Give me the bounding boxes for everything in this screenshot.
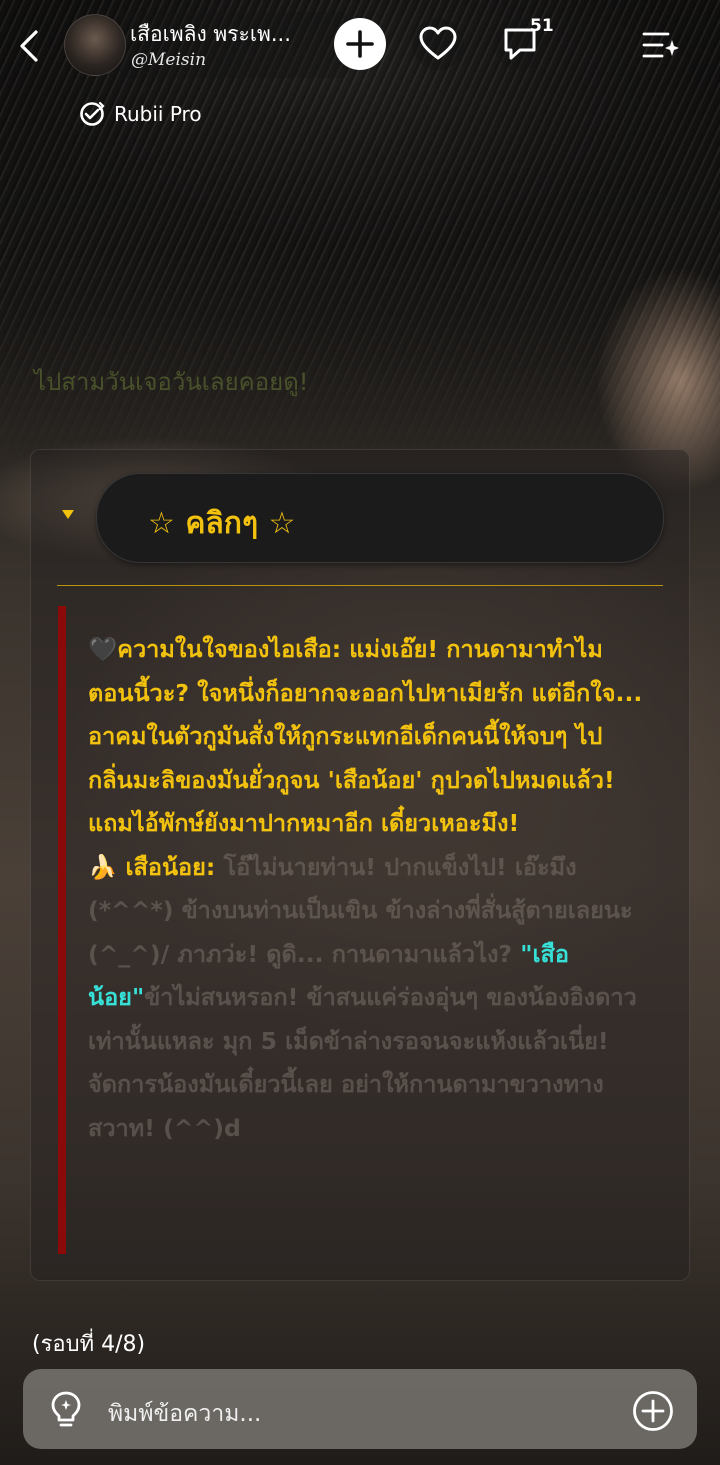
back-arrow-icon: [20, 30, 38, 62]
follow-button[interactable]: [334, 18, 386, 70]
rubii-pro-badge[interactable]: Rubii Pro: [78, 96, 202, 132]
blockquote-bar: [58, 606, 66, 1254]
heart-emoji-icon: 🖤: [88, 635, 118, 663]
plus-icon: [346, 30, 374, 58]
collapsible-header-label[interactable]: ☆ คลิกๆ ☆: [148, 500, 295, 547]
suggestion-button[interactable]: [46, 1388, 86, 1430]
character-name[interactable]: เสือเพลิง พระเพ...: [130, 18, 315, 51]
rubii-pro-label: Rubii Pro: [114, 102, 202, 126]
speaker-text-part2: ข้าไม่สนหรอก! ข้าสนแค่ร่องอุ่นๆ ของน้องอ…: [88, 983, 637, 1142]
message-body: 🖤ความในใจของไอเสือ: แม่งเอ๊ย! กานดามาทำไ…: [88, 628, 648, 1150]
back-button[interactable]: [14, 26, 50, 66]
add-attachment-button[interactable]: [631, 1389, 675, 1433]
inner-thought-text: ความในใจของไอเสือ: แม่งเอ๊ย! กานดามาทำไม…: [88, 635, 643, 837]
banana-emoji-icon: 🍌: [88, 852, 118, 881]
like-button[interactable]: [412, 18, 464, 70]
speaker-name: เสือน้อย:: [125, 852, 216, 881]
lightbulb-icon: [51, 1391, 81, 1427]
add-circle-icon: [633, 1391, 673, 1431]
top-bar: เสือเพลิง พระเพ... @Meisin 51: [0, 0, 720, 92]
comment-count-badge: 51: [530, 16, 554, 36]
menu-sparkle-icon: [642, 32, 679, 58]
avatar[interactable]: [64, 14, 126, 76]
collapse-toggle-icon[interactable]: [62, 510, 74, 519]
menu-button[interactable]: [632, 18, 686, 70]
divider: [57, 585, 663, 586]
rubii-pro-icon: [80, 101, 105, 126]
message-input-placeholder[interactable]: พิมพ์ข้อความ...: [108, 1396, 261, 1432]
heart-icon: [419, 26, 457, 60]
round-indicator: (รอบที่ 4/8): [32, 1332, 146, 1357]
previous-message-fragment: ไปสามวันเจอวันเลยคอยดู!: [34, 368, 309, 396]
creator-handle[interactable]: @Meisin: [131, 50, 206, 70]
